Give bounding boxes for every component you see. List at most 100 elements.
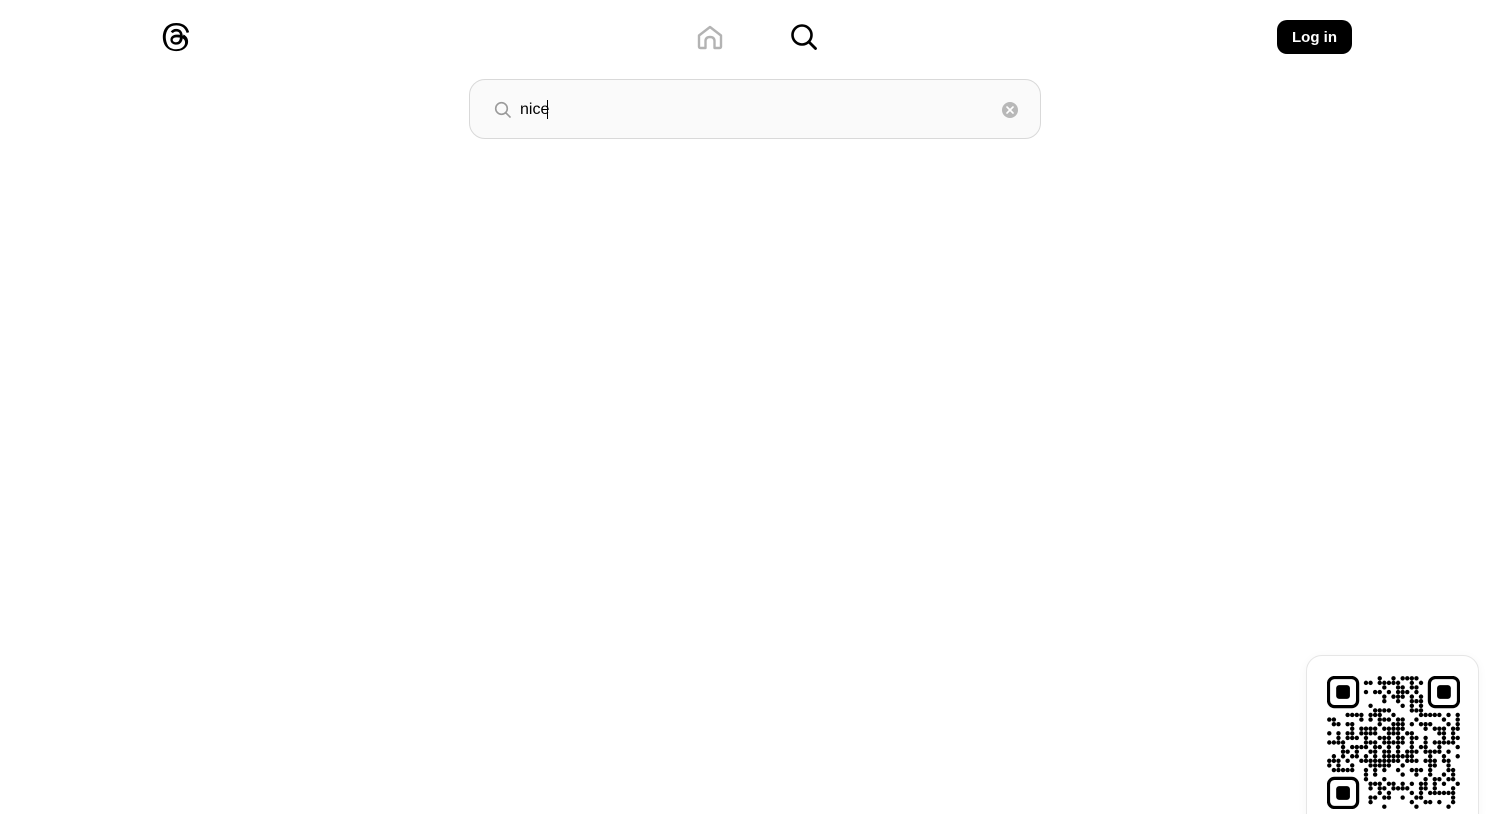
qr-dot [1363, 776, 1369, 782]
qr-dot [1432, 786, 1437, 791]
qr-dot [1427, 749, 1433, 754]
qr-dot [1418, 767, 1424, 773]
qr-dot [1350, 763, 1355, 768]
qr-dot [1418, 790, 1424, 796]
qr-dot [1350, 712, 1355, 718]
qr-dot [1418, 694, 1424, 699]
search-bar[interactable] [469, 79, 1041, 139]
qr-dot [1345, 721, 1350, 727]
qr-dot [1386, 763, 1392, 768]
clear-icon[interactable] [1001, 101, 1019, 119]
qr-dot [1455, 726, 1460, 731]
qr-dot [1377, 676, 1382, 681]
qr-dot [1418, 680, 1424, 686]
qr-dot [1395, 721, 1401, 727]
qr-dot [1391, 712, 1396, 718]
qr-dot [1395, 749, 1401, 754]
qr-dot [1414, 699, 1419, 704]
qr-dot [1450, 799, 1456, 805]
qr-dot [1400, 786, 1405, 791]
qr-dot [1432, 781, 1437, 786]
qr-dot [1391, 731, 1396, 736]
qr-dot [1427, 772, 1433, 777]
qr-dot [1336, 767, 1341, 773]
qr-dot [1382, 795, 1387, 800]
qr-dot [1437, 776, 1442, 782]
text-cursor [547, 100, 548, 119]
qr-dot [1405, 754, 1410, 759]
nav-search-button[interactable] [784, 19, 824, 55]
qr-dot [1377, 708, 1382, 713]
qr-dot [1331, 758, 1337, 764]
qr-dot [1414, 717, 1419, 722]
nav-home-button[interactable] [690, 19, 730, 55]
qr-dot [1372, 754, 1378, 759]
qr-dot [1441, 758, 1447, 764]
qr-dot [1455, 721, 1460, 727]
qr-dot [1386, 744, 1392, 750]
qr-dot [1363, 735, 1369, 741]
qr-dot [1427, 799, 1433, 805]
qr-dot [1395, 767, 1401, 773]
qr-dot [1450, 740, 1456, 745]
qr-dot [1441, 790, 1447, 796]
qr-dot [1432, 749, 1437, 754]
qr-dot [1382, 758, 1387, 764]
qr-dot [1423, 726, 1428, 731]
qr-dot [1368, 799, 1373, 805]
qr-dot [1359, 744, 1364, 750]
qr-dot [1400, 754, 1405, 759]
qr-dot [1414, 772, 1419, 777]
qr-dot [1446, 721, 1451, 727]
qr-dot [1423, 749, 1428, 754]
qr-dot [1368, 781, 1373, 786]
qr-dot [1336, 721, 1341, 727]
qr-dot [1446, 763, 1451, 768]
qr-dot [1368, 712, 1373, 718]
qr-dot [1382, 786, 1387, 791]
qr-dot [1386, 740, 1392, 745]
qr-dot [1400, 689, 1405, 695]
qr-dot [1446, 712, 1451, 718]
qr-dot [1423, 799, 1428, 805]
qr-dot [1386, 717, 1392, 722]
qr-dot [1336, 740, 1341, 745]
qr-dot [1427, 758, 1433, 764]
qr-dot [1405, 749, 1410, 754]
qr-dot [1368, 758, 1373, 764]
qr-dot [1372, 731, 1378, 736]
qr-dot [1382, 685, 1387, 690]
qr-dot [1350, 731, 1355, 736]
qr-dot [1446, 804, 1451, 809]
qr-dot [1409, 754, 1415, 759]
qr-dot [1336, 758, 1341, 764]
login-button[interactable]: Log in [1277, 20, 1352, 54]
qr-dot [1441, 717, 1447, 722]
qr-dot [1446, 767, 1451, 773]
qr-dot [1395, 758, 1401, 764]
qr-dot [1382, 804, 1387, 809]
qr-dot [1427, 754, 1433, 759]
qr-dot [1363, 731, 1369, 736]
search-icon [494, 101, 511, 118]
qr-dot [1350, 735, 1355, 741]
threads-logo[interactable] [160, 20, 192, 54]
home-icon [697, 25, 723, 50]
qr-dot [1372, 749, 1378, 754]
qr-dot [1377, 680, 1382, 686]
qr-dot [1391, 676, 1396, 681]
qr-dot [1409, 721, 1415, 727]
qr-dot [1423, 781, 1428, 786]
qr-dot [1395, 735, 1401, 741]
qr-dot [1409, 767, 1415, 773]
qr-dot [1368, 703, 1373, 709]
qr-dot [1450, 786, 1456, 791]
qr-dot [1437, 712, 1442, 718]
qr-code-card[interactable] [1306, 655, 1479, 814]
qr-dot [1382, 680, 1387, 686]
qr-dot [1418, 786, 1424, 791]
qr-dot [1400, 772, 1405, 777]
search-input[interactable] [520, 98, 990, 122]
qr-dot [1409, 694, 1415, 699]
qr-dot [1414, 758, 1419, 764]
